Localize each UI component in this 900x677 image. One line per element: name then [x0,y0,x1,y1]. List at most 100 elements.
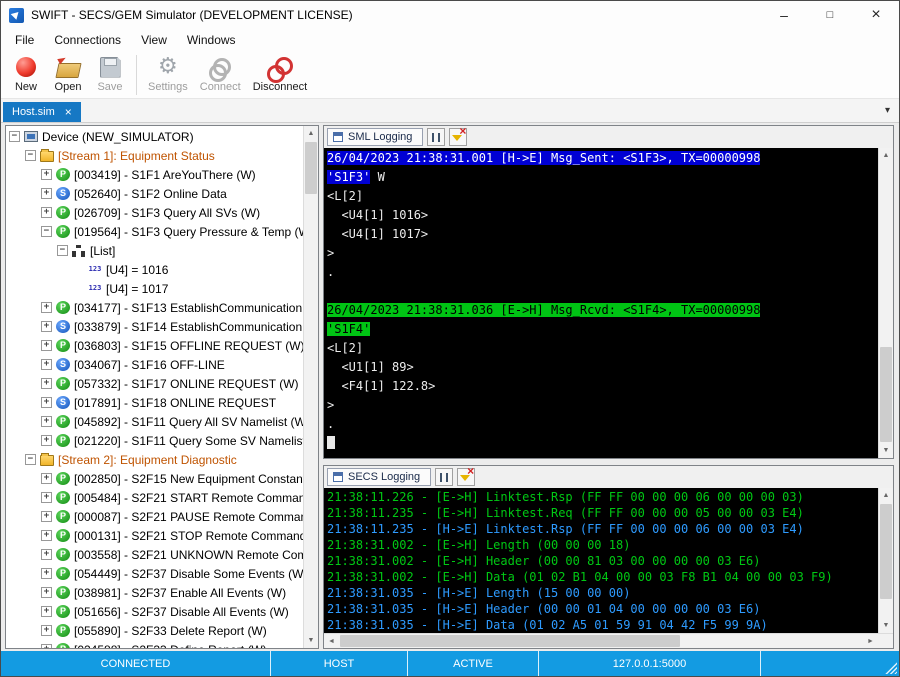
expander-plus-icon[interactable]: + [41,416,52,427]
tree-item[interactable]: + P [057332] - S1F17 ONLINE REQUEST (W) [6,374,303,393]
tab-host-sim[interactable]: Host.sim × [3,102,81,122]
tree-item[interactable]: − Device (NEW_SIMULATOR) [6,127,303,146]
tree-item[interactable]: + P [000131] - S2F21 STOP Remote Command [6,526,303,545]
tree-item[interactable]: + P [026709] - S1F3 Query All SVs (W) [6,203,303,222]
tree-item[interactable]: + P [005484] - S2F21 START Remote Command [6,488,303,507]
expander-plus-icon[interactable]: + [41,492,52,503]
tree-item[interactable]: + S [017891] - S1F18 ONLINE REQUEST [6,393,303,412]
tree-item[interactable]: − P [019564] - S1F3 Query Pressure & Temp … [6,222,303,241]
titlebar: SWIFT - SECS/GEM Simulator (DEVELOPMENT … [1,1,899,29]
tree-item[interactable]: 123 [U4] = 1016 [6,260,303,279]
tree-item[interactable]: − [Stream 2]: Equipment Diagnostic [6,450,303,469]
tree-item[interactable]: + P [024588] - S2F33 Define Report (W) [6,640,303,648]
expander-plus-icon[interactable]: + [41,644,52,648]
scrollbar-thumb[interactable] [340,635,680,647]
tree-item[interactable]: + S [033879] - S1F14 EstablishCommunicatio… [6,317,303,336]
scroll-right-icon[interactable]: ► [863,634,878,648]
resize-grip[interactable] [884,661,897,674]
tree-item[interactable]: + P [038981] - S2F37 Enable All Events (W) [6,583,303,602]
expander-plus-icon[interactable]: + [41,321,52,332]
expander-plus-icon[interactable]: + [41,207,52,218]
sml-pause-button[interactable] [427,128,446,146]
tree-item[interactable]: + P [036803] - S1F15 OFFLINE REQUEST (W) [6,336,303,355]
disconnect-button[interactable]: Disconnect [247,53,313,93]
expander-plus-icon[interactable]: + [41,625,52,636]
expander-plus-icon[interactable]: + [41,549,52,560]
tree-item-label: [017891] - S1F18 ONLINE REQUEST [74,395,277,410]
expander-plus-icon[interactable]: + [41,606,52,617]
expander-plus-icon[interactable]: + [41,587,52,598]
menu-windows[interactable]: Windows [177,29,246,51]
scrollbar-thumb[interactable] [880,347,892,442]
expander-minus-icon[interactable]: − [25,454,36,465]
secs-hscrollbar[interactable]: ◄ ► [324,633,893,648]
expander-plus-icon[interactable]: + [41,435,52,446]
open-button[interactable]: Open [47,53,89,93]
expander-plus-icon[interactable]: + [41,302,52,313]
expander-plus-icon[interactable]: + [41,340,52,351]
minimize-button[interactable]: – [761,1,807,29]
sml-log-line: 26/04/2023 21:38:31.036 [E->H] Msg_Rcvd:… [327,301,875,320]
numeric-value-icon: 123 [88,284,102,292]
tree-item[interactable]: + P [054449] - S2F37 Disable Some Events (… [6,564,303,583]
tab-sml-logging[interactable]: SML Logging [327,128,424,146]
tree-item[interactable]: + P [045892] - S1F11 Query All SV Namelist… [6,412,303,431]
log-text-segment: <F4[1] 122.8> [327,379,436,393]
expander-minus-icon[interactable]: − [41,226,52,237]
expander-plus-icon[interactable]: + [41,188,52,199]
sml-logging-panel: SML Logging 26/04/2023 21:38:31.001 [H->… [323,125,894,459]
expander-plus-icon[interactable]: + [41,511,52,522]
tab-overflow-icon[interactable]: ▾ [885,105,890,116]
menu-connections[interactable]: Connections [44,29,131,51]
tree-item[interactable]: − [List] [6,241,303,260]
secs-clear-button[interactable] [457,465,476,486]
tree-item[interactable]: − [Stream 1]: Equipment Status [6,146,303,165]
scrollbar-thumb[interactable] [305,142,317,194]
scroll-down-icon[interactable]: ▼ [879,443,893,458]
tree-item[interactable]: + S [052640] - S1F2 Online Data [6,184,303,203]
maximize-button[interactable]: □ [807,1,853,29]
tree-item-label: [054449] - S2F37 Disable Some Events (W) [74,566,303,581]
expander-minus-icon[interactable]: − [25,150,36,161]
tree-scrollbar[interactable]: ▲ ▼ [303,126,318,648]
expander-plus-icon[interactable]: + [41,397,52,408]
expander-plus-icon[interactable]: + [41,568,52,579]
scroll-down-icon[interactable]: ▼ [879,618,893,633]
scrollbar-thumb[interactable] [880,504,892,599]
new-button[interactable]: New [5,53,47,93]
expander-minus-icon[interactable]: − [57,245,68,256]
expander-plus-icon[interactable]: + [41,378,52,389]
tree-item[interactable]: + P [055890] - S2F33 Delete Report (W) [6,621,303,640]
tree-item[interactable]: + P [003419] - S1F1 AreYouThere (W) [6,165,303,184]
menu-file[interactable]: File [5,29,44,51]
expander-plus-icon[interactable]: + [41,169,52,180]
tree-item[interactable]: + P [000087] - S2F21 PAUSE Remote Command [6,507,303,526]
scroll-up-icon[interactable]: ▲ [304,126,318,141]
expander-minus-icon[interactable]: − [9,131,20,142]
tree-item[interactable]: + P [051656] - S2F37 Disable All Events (W… [6,602,303,621]
secs-scrollbar[interactable]: ▲ ▼ [878,488,893,633]
close-button[interactable]: × [853,1,899,29]
text-cursor [327,436,335,449]
tab-secs-logging[interactable]: SECS Logging [327,468,432,486]
scroll-down-icon[interactable]: ▼ [304,633,318,648]
scroll-left-icon[interactable]: ◄ [324,634,339,648]
tree-item[interactable]: + P [003558] - S2F21 UNKNOWN Remote Comman… [6,545,303,564]
status-spare [761,651,899,676]
sml-scrollbar[interactable]: ▲ ▼ [878,148,893,458]
expander-plus-icon[interactable]: + [41,473,52,484]
sml-clear-button[interactable] [449,125,468,146]
menu-view[interactable]: View [131,29,177,51]
scroll-up-icon[interactable]: ▲ [879,488,893,503]
tree-item[interactable]: + P [034177] - S1F13 EstablishCommunicatio… [6,298,303,317]
secs-pause-button[interactable] [435,468,454,486]
tree-item[interactable]: + P [002850] - S2F15 New Equipment Constan… [6,469,303,488]
tree-item[interactable]: + S [034067] - S1F16 OFF-LINE [6,355,303,374]
expander-plus-icon[interactable]: + [41,359,52,370]
tree-item[interactable]: + P [021220] - S1F11 Query Some SV Namelis… [6,431,303,450]
expander-plus-icon[interactable]: + [41,530,52,541]
tab-close-icon[interactable]: × [65,106,72,118]
tree-item[interactable]: 123 [U4] = 1017 [6,279,303,298]
scroll-up-icon[interactable]: ▲ [879,148,893,163]
sml-log-line: . [327,415,875,434]
